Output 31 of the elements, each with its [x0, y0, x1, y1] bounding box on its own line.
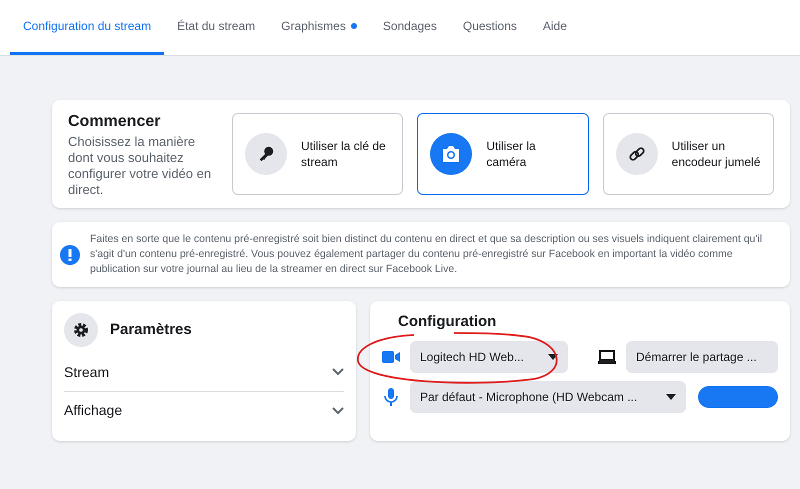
chevron-icon: [332, 368, 344, 376]
section-description: Choisissez la manière dont vous souhaitez configurer votre vidéo en direct.: [68, 134, 212, 198]
tab[interactable]: Sondages: [370, 0, 450, 55]
option-card[interactable]: Utiliser un encodeur jumelé: [602, 113, 774, 195]
key-icon: [245, 133, 287, 175]
caret-icon: [666, 394, 676, 400]
section-title: Paramètres: [110, 320, 192, 340]
chevron-icon: [332, 406, 344, 414]
accordion-row[interactable]: Affichage: [64, 391, 344, 429]
video-camera-icon: [382, 351, 400, 363]
link-icon: [616, 133, 658, 175]
accordion-row[interactable]: Stream: [64, 353, 344, 391]
tab[interactable]: Graphismes: [268, 0, 370, 55]
section-title: Commencer: [68, 112, 162, 132]
tab[interactable]: Configuration du stream: [10, 0, 164, 55]
option-card[interactable]: Utiliser la caméra: [417, 113, 589, 195]
tab[interactable]: Questions: [450, 0, 530, 55]
screen-share-button[interactable]: Démarrer le partage ...: [626, 341, 778, 373]
info-icon: [60, 244, 80, 264]
camera-dropdown[interactable]: Logitech HD Web...: [410, 341, 568, 373]
caret-icon: [548, 354, 558, 360]
tab[interactable]: État du stream: [164, 0, 268, 55]
tab[interactable]: Aide: [530, 0, 580, 55]
laptop-icon: [598, 350, 616, 364]
microphone-icon: [384, 388, 398, 406]
settings-icon: [64, 313, 98, 347]
option-card[interactable]: Utiliser la clé de stream: [232, 113, 404, 195]
section-title: Configuration: [398, 313, 498, 331]
camera-icon: [430, 133, 472, 175]
microphone-dropdown[interactable]: Par défaut - Microphone (HD Webcam ...: [410, 381, 686, 413]
notice-text: Faites en sorte que le contenu pré-enregistré soit bien distinct du contenu en direct et que sa description ou ses visuels indiquent clairement qu'il s'agit d'un contenu pré-enregistré. Vous pouvez également partager du contenu pré-enregistré sur Facebook en important la vidéo comme publication sur votre journal au lieu de la streamer en direct sur Facebook Live.: [90, 232, 764, 277]
